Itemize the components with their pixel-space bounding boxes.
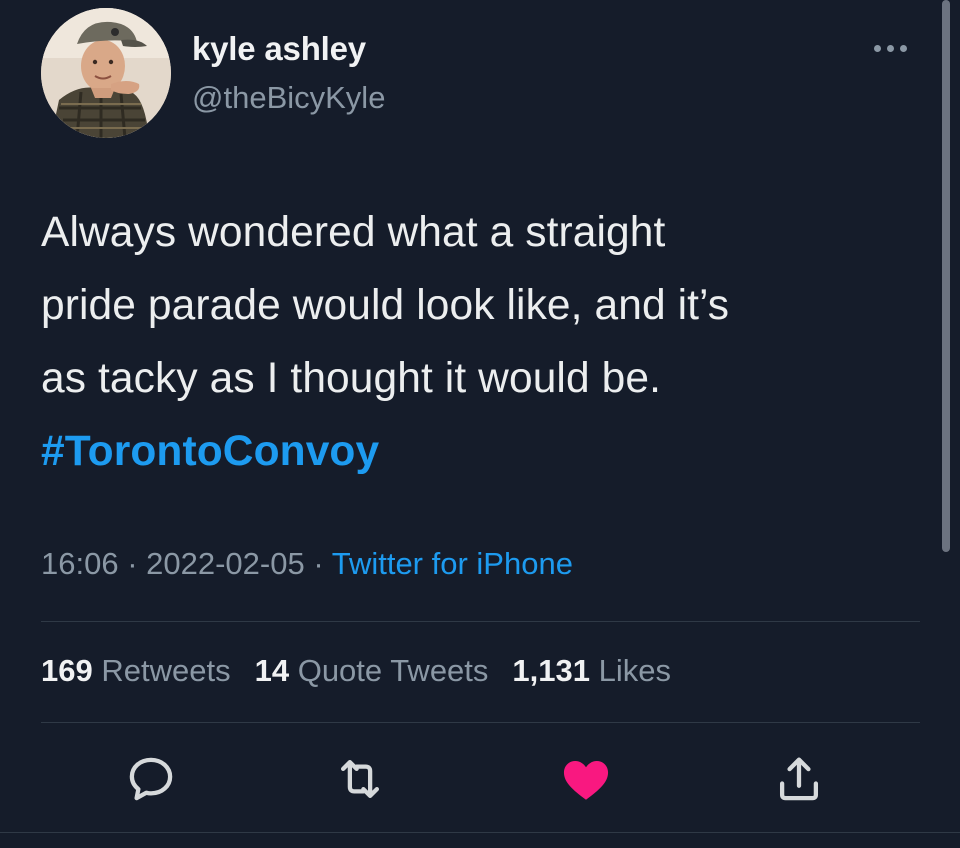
tweet-detail: kyle ashley @theBicyKyle Always wondered… [0,0,960,848]
divider [41,722,920,723]
scrollbar[interactable] [942,0,950,552]
more-horizontal-icon[interactable] [874,38,916,58]
tweet-date[interactable]: 2022-02-05 [146,546,305,581]
retweets-stat[interactable]: 169 Retweets [41,653,231,688]
quotes-count: 14 [254,653,290,688]
tweet-meta: 16:06 · 2022-02-05 · Twitter for iPhone [41,546,573,582]
retweets-count: 169 [41,653,93,688]
tweet-stats: 169 Retweets 14 Quote Tweets 1,131 Likes [41,653,671,689]
retweet-icon [340,759,380,799]
share-icon [779,757,819,801]
quotes-stat[interactable]: 14 Quote Tweets [255,653,489,688]
divider [0,832,960,833]
divider [41,621,920,622]
hashtag-link[interactable]: #TorontoConvoy [41,415,926,488]
avatar-photo [41,8,171,138]
meta-separator: · [304,546,332,581]
tweet-text-line: Always wondered what a straight [41,209,666,256]
author-handle[interactable]: @theBicyKyle [192,80,385,116]
avatar[interactable] [41,8,171,138]
tweet-text: Always wondered what a straight pride pa… [41,196,926,488]
likes-count: 1,131 [512,653,590,688]
tweet-time[interactable]: 16:06 [41,546,119,581]
likes-stat[interactable]: 1,131 Likes [512,653,671,688]
retweet-button[interactable] [333,752,387,806]
tweet-source-link[interactable]: Twitter for iPhone [332,546,573,581]
like-button[interactable] [559,752,613,806]
heart-filled-icon [563,761,609,800]
meta-separator: · [118,546,147,581]
author-display-name[interactable]: kyle ashley [192,30,366,68]
reply-icon [129,757,173,801]
share-button[interactable] [772,752,826,806]
quotes-label: Quote Tweets [297,653,489,688]
retweets-label: Retweets [101,653,231,688]
tweet-text-line: as tacky as I thought it would be. [41,355,662,402]
tweet-text-line: pride parade would look like, and it’s [41,282,730,329]
reply-button[interactable] [124,752,178,806]
likes-label: Likes [598,653,671,688]
